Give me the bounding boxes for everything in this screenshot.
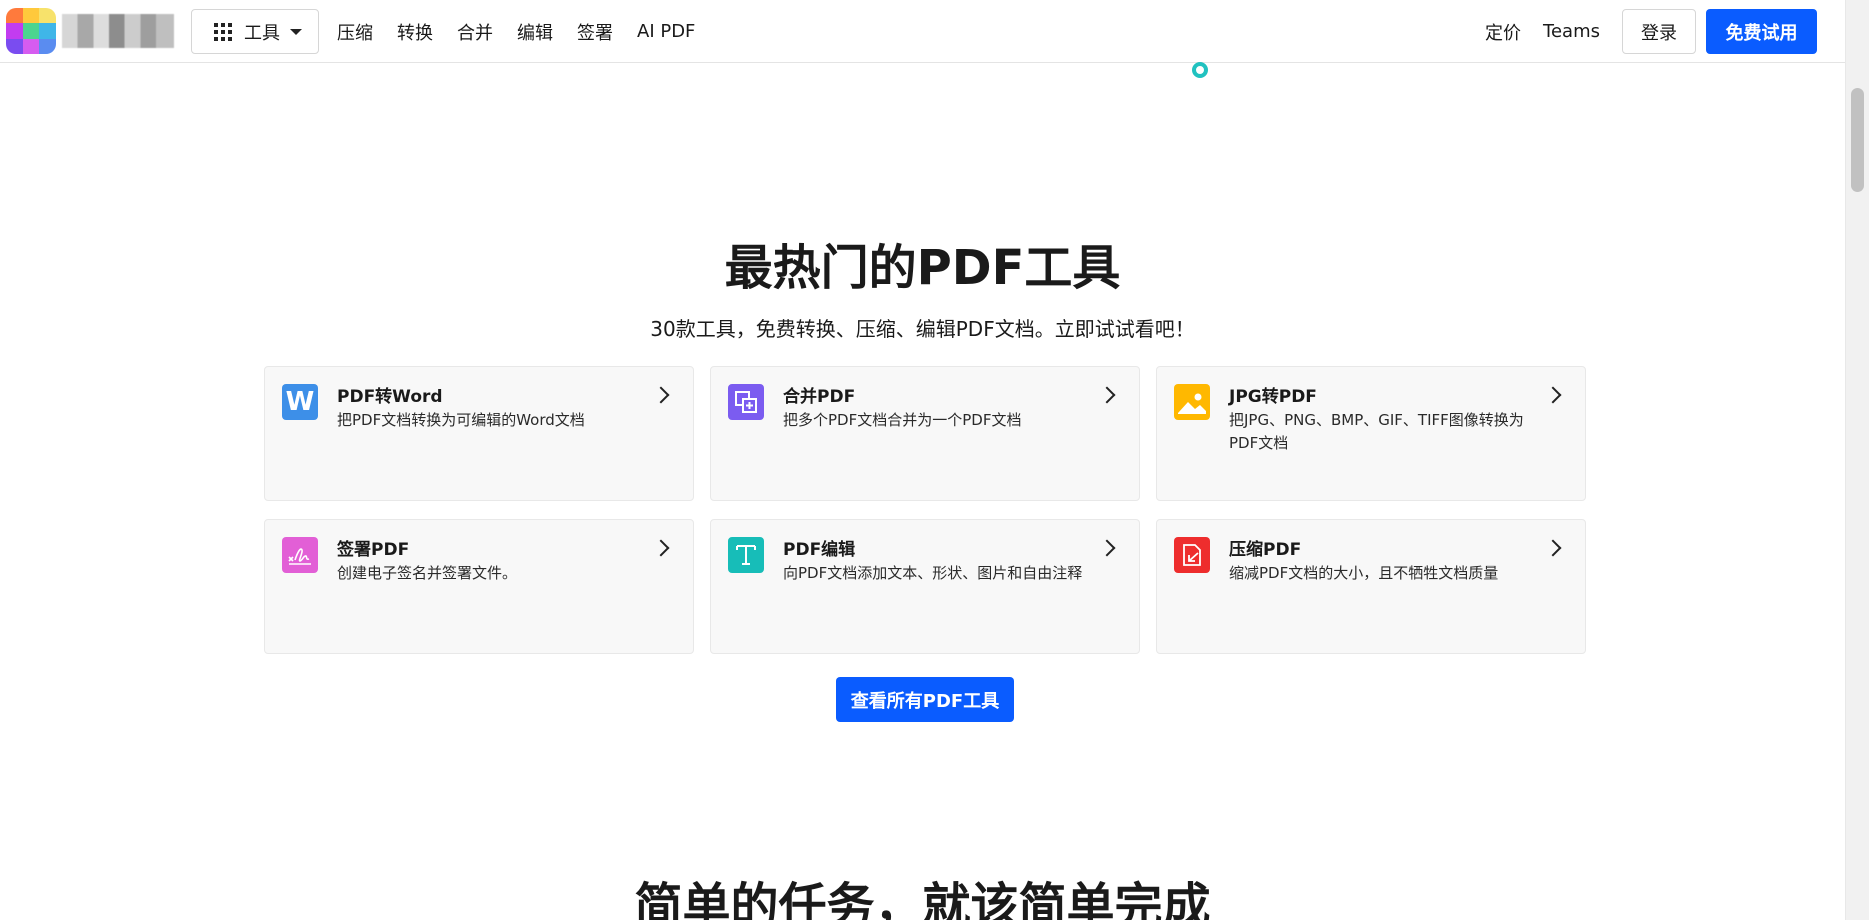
logo-mark-icon [6,8,56,54]
free-trial-button[interactable]: 免费试用 [1706,9,1817,54]
tool-card-description: 创建电子签名并签署文件。 [337,564,518,582]
nav-link-edit[interactable]: 编辑 [517,19,553,45]
caret-down-icon [290,28,302,35]
text-icon [728,537,764,573]
chevron-right-icon [1098,539,1116,557]
chevron-right-icon [1544,386,1562,404]
scrollbar-thumb[interactable] [1851,88,1864,192]
popular-tools-subtitle: 30款工具，免费转换、压缩、编辑PDF文档。立即试试看吧！ [650,317,1195,341]
page-scrollbar[interactable] [1845,0,1869,920]
word-icon: W [282,384,318,420]
tool-card-description: 把多个PDF文档合并为一个PDF文档 [783,411,1022,429]
brand-logo[interactable] [6,8,174,54]
nav-link-merge[interactable]: 合并 [457,19,493,45]
nav-right-group: 定价 Teams 登录 免费试用 [1485,0,1845,63]
image-icon [1174,384,1210,420]
nav-link-compress[interactable]: 压缩 [337,19,373,45]
chevron-right-icon [1544,539,1562,557]
logo-wordmark [62,14,174,48]
tool-card-title: JPG转PDF [1229,387,1317,407]
chevron-right-icon [652,386,670,404]
compress-icon [1174,537,1210,573]
tool-card-description: 把PDF文档转换为可编辑的Word文档 [337,411,585,429]
tool-card-title: 合并PDF [783,387,856,407]
tool-card-title: 签署PDF [337,540,410,560]
nav-link-ai-pdf[interactable]: AI PDF [637,21,695,42]
tool-card-pdf-edit[interactable]: PDF编辑 向PDF文档添加文本、形状、图片和自由注释 [710,519,1140,654]
tool-card-merge-pdf[interactable]: 合并PDF 把多个PDF文档合并为一个PDF文档 [710,366,1140,501]
main-nav-links: 压缩 转换 合并 编辑 签署 AI PDF [337,0,719,63]
tool-card-description: 向PDF文档添加文本、形状、图片和自由注释 [783,564,1083,582]
merge-icon [728,384,764,420]
simple-tasks-title: 简单的任务，就该简单完成 [634,878,1211,920]
tool-card-jpg-to-pdf[interactable]: JPG转PDF 把JPG、PNG、BMP、GIF、TIFF图像转换为PDF文档 [1156,366,1586,501]
signature-icon [282,537,318,573]
tool-card-title: 压缩PDF [1229,540,1302,560]
tool-cards-grid: W PDF转Word 把PDF文档转换为可编辑的Word文档 合并PDF 把多个… [264,366,1586,654]
top-navbar: 工具 压缩 转换 合并 编辑 签署 AI PDF 定价 Teams 登录 免费试… [0,0,1845,63]
tool-card-compress-pdf[interactable]: 压缩PDF 缩减PDF文档的大小，且不牺牲文档质量 [1156,519,1586,654]
tool-card-title: PDF编辑 [783,540,856,560]
view-all-tools-button[interactable]: 查看所有PDF工具 [836,677,1014,722]
tool-card-title: PDF转Word [337,387,443,407]
chevron-right-icon [652,539,670,557]
nav-link-pricing[interactable]: 定价 [1485,19,1521,45]
tools-menu-button[interactable]: 工具 [191,9,319,54]
tool-card-pdf-to-word[interactable]: W PDF转Word 把PDF文档转换为可编辑的Word文档 [264,366,694,501]
nav-link-convert[interactable]: 转换 [397,19,433,45]
popular-tools-title: 最热门的PDF工具 [724,240,1121,296]
tool-card-description: 缩减PDF文档的大小，且不牺牲文档质量 [1229,564,1499,582]
decorative-ring-icon [1192,62,1208,78]
tools-menu-label: 工具 [244,22,280,44]
nav-link-teams[interactable]: Teams [1543,21,1600,42]
tool-card-sign-pdf[interactable]: 签署PDF 创建电子签名并签署文件。 [264,519,694,654]
chevron-right-icon [1098,386,1116,404]
login-button[interactable]: 登录 [1622,9,1696,54]
apps-grid-icon [214,22,232,41]
nav-link-sign[interactable]: 签署 [577,19,613,45]
tool-card-description: 把JPG、PNG、BMP、GIF、TIFF图像转换为PDF文档 [1229,411,1524,452]
